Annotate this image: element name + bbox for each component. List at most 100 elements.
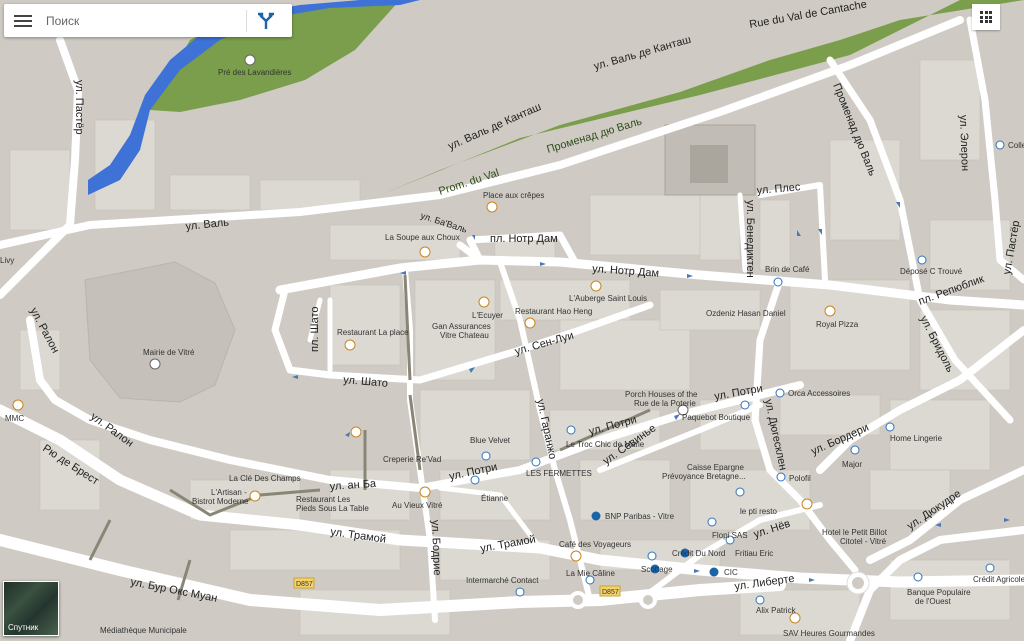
poi-label: Crédit Agricole (973, 575, 1024, 584)
poi-label: Colle (1008, 141, 1024, 150)
poi-label: Royal Pizza (816, 320, 859, 329)
poi-label: SAV Heures Gourmandes (783, 629, 875, 638)
poi-label: Orca Accessoires (788, 389, 850, 398)
shop-icon (566, 425, 576, 435)
directions-icon[interactable] (255, 11, 277, 31)
svg-text:D857: D857 (296, 581, 313, 588)
restaurant-icon (419, 246, 431, 258)
map-canvas[interactable]: Rue du Val de Cantache ул. Валь де Канта… (0, 0, 1024, 641)
street-label: ул. Бодрие (429, 520, 443, 576)
poi-label: Rue de la Poterie (634, 399, 696, 408)
shop-icon (735, 487, 745, 497)
street-label: ул. Пастёр (73, 80, 85, 135)
poi-label: Fritiau Eric (735, 549, 773, 558)
satellite-label: Спутник (8, 623, 39, 632)
bank-icon (709, 567, 719, 577)
poi-label: Major (842, 460, 862, 469)
restaurant-icon (12, 399, 24, 411)
shop-icon (647, 551, 657, 561)
poi-label: Pré des Lavandières (218, 68, 291, 77)
shop-icon (850, 445, 860, 455)
poi-label: La Mie Câline (566, 569, 615, 578)
restaurant-icon (419, 486, 431, 498)
shop-icon (917, 255, 927, 265)
shop-icon (515, 587, 525, 597)
route-badge: D857 (599, 585, 621, 597)
search-bar (4, 4, 292, 37)
shop-icon (470, 475, 480, 485)
poi-label: La Clé Des Champs (229, 474, 301, 483)
castle-grounds (84, 261, 236, 403)
poi-label: L'Auberge Saint Louis (569, 294, 647, 303)
street-label: ул. Бенедиктен (744, 200, 756, 278)
poi-label: Paquebot Boutique (682, 413, 751, 422)
shop-icon (985, 563, 995, 573)
poi-label: Blue Velvet (470, 436, 511, 445)
poi-label: BNP Paribas - Vitre (605, 512, 675, 521)
restaurant-icon (344, 339, 356, 351)
poi-label: Crédit Du Nord (672, 549, 725, 558)
poi-label: Le Troc Chic de Marie (566, 440, 645, 449)
shop-icon (913, 572, 923, 582)
restaurant-icon (824, 305, 836, 317)
shop-icon (773, 277, 783, 287)
poi-label: L'Artisan - (211, 488, 247, 497)
poi-label: Place aux crêpes (483, 191, 544, 200)
apps-grid-icon (980, 11, 992, 23)
shop-icon (775, 388, 785, 398)
poi-label: Livy (0, 256, 14, 265)
restaurant-icon (350, 426, 362, 438)
poi-label: Alix Patrick (756, 606, 797, 615)
restaurant-icon (801, 498, 813, 510)
restaurant-icon (570, 550, 582, 562)
poi-label: Pieds Sous La Table (296, 504, 369, 513)
satellite-toggle[interactable]: Спутник (3, 581, 59, 636)
poi-label: Hotel le Petit Billot (822, 528, 888, 537)
poi-label: Médiathèque Municipale (100, 626, 187, 635)
poi-label: L'Ecuyer (472, 311, 503, 320)
bank-icon (591, 511, 601, 521)
poi-label: Mairie de Vitré (143, 348, 195, 357)
shop-icon (776, 472, 786, 482)
poi-label: Creperie Re'Vad (383, 455, 441, 464)
restaurant-icon (524, 317, 536, 329)
shop-icon (481, 451, 491, 461)
poi-label: Citotel - Vitré (840, 537, 887, 546)
poi-label: La Soupe aux Choux (385, 233, 460, 242)
poi-label: Vitre Chateau (440, 331, 489, 340)
poi-label: Flopi SAS (712, 531, 748, 540)
poi-label: Caisse Epargne (687, 463, 744, 472)
svg-text:D857: D857 (602, 589, 619, 596)
landmark-icon (149, 358, 161, 370)
restaurant-icon (590, 280, 602, 292)
poi-label: Home Lingerie (890, 434, 943, 443)
apps-button[interactable] (972, 4, 1000, 30)
shop-icon (885, 422, 895, 432)
poi-label: Bistrot Moderne (192, 497, 249, 506)
poi-label: CIC (724, 568, 738, 577)
route-badge: D857 (293, 577, 315, 589)
poi-label: Restaurant La place (337, 328, 409, 337)
search-input[interactable] (44, 10, 244, 32)
shop-icon (740, 400, 750, 410)
restaurant-icon (249, 490, 261, 502)
poi-label: Brin de Café (765, 265, 810, 274)
poi-label: Café des Voyageurs (559, 540, 631, 549)
shop-icon (755, 595, 765, 605)
poi-label: Étianne (481, 494, 509, 503)
menu-icon[interactable] (14, 12, 32, 30)
poi-label: Gan Assurances (432, 322, 491, 331)
poi-label: Prévoyance Bretagne... (662, 472, 746, 481)
street-label: ул. Элерон (957, 115, 971, 172)
poi-label: Restaurant Les (296, 495, 350, 504)
poi-label: Intermarché Contact (466, 576, 539, 585)
street-label: пл. Нотр Дам (490, 233, 558, 245)
landmark-icon (244, 54, 256, 66)
poi-label: LES FERMETTES (526, 469, 592, 478)
poi-label: Restaurant Hao Heng (515, 307, 592, 316)
restaurant-icon (486, 201, 498, 213)
shop-icon (531, 457, 541, 467)
shop-icon (995, 140, 1005, 150)
poi-label: Banque Populaire (907, 588, 971, 597)
street-label: пл. Шато (309, 307, 321, 352)
